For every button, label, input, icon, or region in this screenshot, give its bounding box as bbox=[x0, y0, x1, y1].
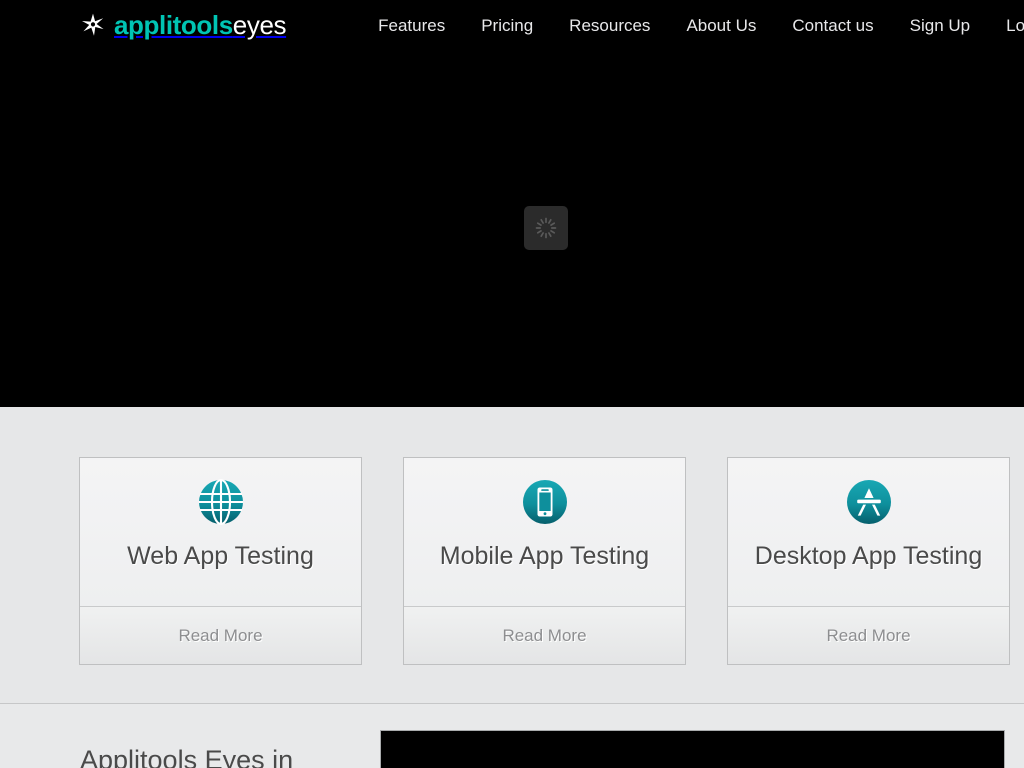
read-more-label: Read More bbox=[178, 627, 262, 644]
spinner-icon bbox=[534, 216, 558, 240]
read-more-button[interactable]: Read More bbox=[728, 606, 1009, 664]
read-more-label: Read More bbox=[502, 627, 586, 644]
video-player-placeholder[interactable] bbox=[380, 730, 1005, 768]
globe-icon bbox=[195, 476, 247, 528]
nav-item-pricing[interactable]: Pricing bbox=[481, 17, 533, 34]
card-body: Desktop App Testing bbox=[728, 458, 1009, 606]
nav-item-log-in[interactable]: Log bbox=[1006, 17, 1024, 34]
card-title: Web App Testing bbox=[127, 544, 314, 569]
navigation-bar: applitoolseyes Features Pricing Resource… bbox=[0, 0, 1024, 50]
card-body: Mobile App Testing bbox=[404, 458, 685, 606]
applitools-star-icon bbox=[80, 12, 106, 38]
logo-wordmark: applitoolseyes bbox=[114, 12, 286, 38]
nav-item-about-us[interactable]: About Us bbox=[686, 17, 756, 34]
nav-item-contact-us[interactable]: Contact us bbox=[792, 17, 873, 34]
card-web-app-testing[interactable]: Web App Testing Read More bbox=[79, 457, 362, 665]
site-logo[interactable]: applitoolseyes bbox=[80, 7, 286, 43]
nav-item-sign-up[interactable]: Sign Up bbox=[910, 17, 970, 34]
card-mobile-app-testing[interactable]: Mobile App Testing Read More bbox=[403, 457, 686, 665]
logo-text-secondary: eyes bbox=[233, 10, 286, 40]
card-title: Mobile App Testing bbox=[440, 544, 649, 569]
features-cards-section: Web App Testing Read More bbox=[0, 407, 1024, 703]
nav-item-features[interactable]: Features bbox=[378, 17, 445, 34]
smartphone-icon bbox=[519, 476, 571, 528]
hero-section: applitoolseyes Features Pricing Resource… bbox=[0, 0, 1024, 407]
nav-item-resources[interactable]: Resources bbox=[569, 17, 650, 34]
card-body: Web App Testing bbox=[80, 458, 361, 606]
video-section-heading: Applitools Eyes in bbox=[80, 744, 293, 768]
logo-text-primary: applitools bbox=[114, 10, 233, 40]
hero-loading-placeholder bbox=[524, 206, 568, 250]
card-title: Desktop App Testing bbox=[755, 544, 982, 569]
card-desktop-app-testing[interactable]: Desktop App Testing Read More bbox=[727, 457, 1010, 665]
read-more-label: Read More bbox=[826, 627, 910, 644]
nav-links: Features Pricing Resources About Us Cont… bbox=[378, 17, 1024, 34]
features-cards-row: Web App Testing Read More bbox=[79, 457, 1010, 665]
app-store-a-icon bbox=[843, 476, 895, 528]
read-more-button[interactable]: Read More bbox=[80, 606, 361, 664]
read-more-button[interactable]: Read More bbox=[404, 606, 685, 664]
